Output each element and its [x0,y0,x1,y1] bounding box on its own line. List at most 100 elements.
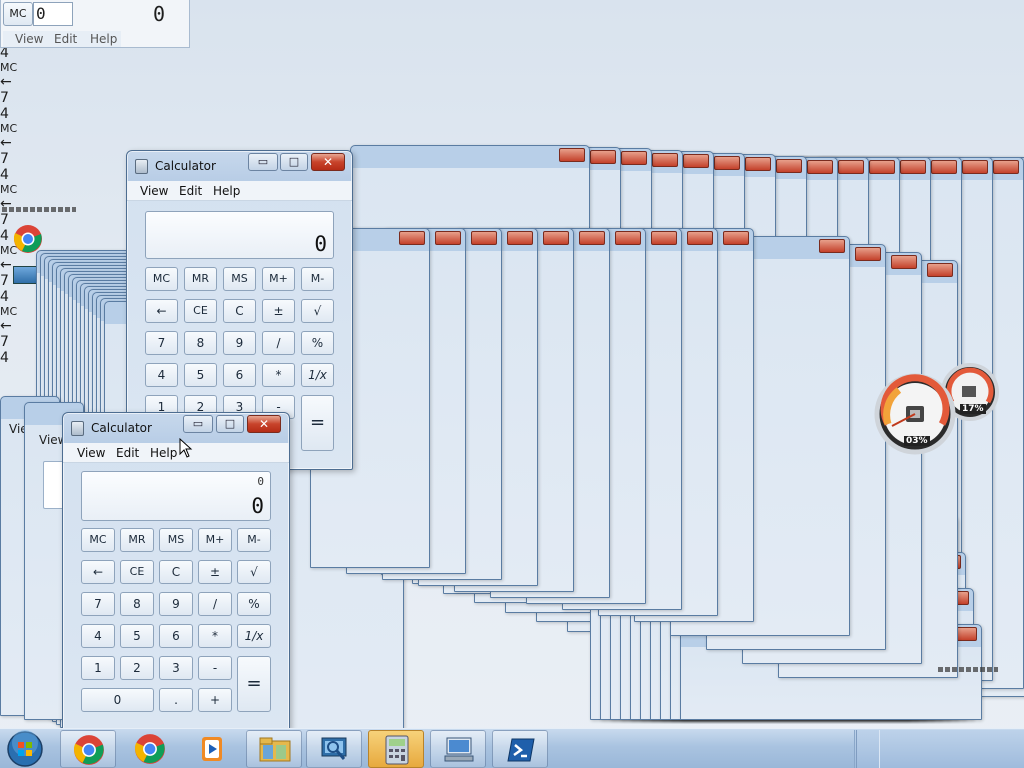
plus-minus-button[interactable]: ± [262,299,295,323]
close-button[interactable] [891,255,917,269]
m-minus-button[interactable]: M- [237,528,271,552]
calculator-key[interactable]: 7 [0,90,1024,106]
title-bar[interactable]: Calculator ▭ □ ✕ [63,413,289,443]
menu-edit[interactable]: Edit [54,32,77,46]
minimize-button[interactable]: ▭ [183,415,213,433]
c-button[interactable]: C [223,299,256,323]
backspace-button[interactable]: ← [81,560,115,584]
menu-help[interactable]: Help [90,32,117,46]
close-button[interactable] [714,155,740,170]
taskbar-powershell[interactable] [492,730,548,768]
seven-button[interactable]: 7 [81,592,115,616]
close-button[interactable] [543,231,569,245]
close-button[interactable] [590,149,616,164]
reciprocal-button[interactable]: 1/x [301,363,334,387]
calculator-window-front[interactable]: Calculator ▭ □ ✕ View Edit Help 0 0 MC M… [62,412,290,728]
backspace-button[interactable]: ← [145,299,178,323]
close-button[interactable] [615,231,641,245]
percent-button[interactable]: % [237,592,271,616]
one-button[interactable]: 1 [81,656,115,680]
close-button[interactable] [869,160,895,174]
divide-button[interactable]: / [198,592,232,616]
menu-view[interactable]: View [77,446,105,460]
menu-view[interactable]: View [15,32,43,46]
computer-desktop-icon[interactable] [13,266,37,284]
title-bar[interactable]: Calculator ▭ □ ✕ [127,151,352,181]
menu-edit[interactable]: Edit [179,184,202,198]
taskbar-network[interactable] [306,730,362,768]
m-plus-button[interactable]: M+ [198,528,232,552]
nine-button[interactable]: 9 [159,592,193,616]
close-button[interactable] [931,160,957,174]
c-button[interactable]: C [159,560,193,584]
menu-help[interactable]: Help [150,446,177,460]
minimize-button[interactable]: ▭ [248,153,278,171]
seven-button[interactable]: 7 [145,331,178,355]
close-button[interactable] [776,158,802,173]
close-button[interactable]: ✕ [311,153,345,171]
close-button[interactable] [993,160,1019,174]
close-button[interactable] [927,263,953,277]
nine-button[interactable]: 9 [223,331,256,355]
close-button[interactable] [723,231,749,245]
six-button[interactable]: 6 [159,624,193,648]
zero-button[interactable]: 0 [81,688,154,712]
close-button[interactable] [579,231,605,245]
menu-help[interactable]: Help [213,184,240,198]
ms-button[interactable]: MS [159,528,193,552]
close-button[interactable] [621,151,647,165]
multiply-button[interactable]: * [198,624,232,648]
mc-button[interactable]: MC [145,267,178,291]
eight-button[interactable]: 8 [184,331,217,355]
maximize-button[interactable]: □ [216,415,244,433]
close-button[interactable] [687,231,713,245]
close-button[interactable] [399,231,425,245]
percent-button[interactable]: % [301,331,334,355]
four-button[interactable]: 4 [81,624,115,648]
mr-button[interactable]: MR [120,528,154,552]
close-button[interactable] [962,160,988,174]
m-plus-button[interactable]: M+ [262,267,295,291]
five-button[interactable]: 5 [184,363,217,387]
close-button[interactable] [807,160,833,174]
taskbar-media-player[interactable] [184,730,240,768]
mc-button[interactable]: MC [3,2,33,26]
two-button[interactable]: 2 [120,656,154,680]
equals-button[interactable]: = [237,656,271,712]
taskbar-explorer[interactable] [246,730,302,768]
plus-button[interactable]: + [198,688,232,712]
cpu-meter-gadget[interactable]: 03% 17% [874,362,1000,456]
calculator-key[interactable]: MC [0,61,1024,74]
notification-area[interactable] [854,730,1024,768]
mc-button[interactable]: MC [81,528,115,552]
taskbar-chrome[interactable] [60,730,116,768]
mr-button[interactable]: MR [184,267,217,291]
minus-button[interactable]: - [198,656,232,680]
decimal-button[interactable]: . [159,688,193,712]
three-button[interactable]: 3 [159,656,193,680]
close-button[interactable] [652,152,678,167]
close-button[interactable] [683,154,709,168]
close-button[interactable] [900,160,926,174]
ce-button[interactable]: CE [184,299,217,323]
menu-view[interactable]: View [140,184,168,198]
close-button[interactable] [435,231,461,245]
eight-button[interactable]: 8 [120,592,154,616]
calculator-key[interactable]: ← [0,74,1024,90]
menu-edit[interactable]: Edit [116,446,139,460]
multiply-button[interactable]: * [262,363,295,387]
start-button[interactable] [4,729,46,768]
close-button[interactable] [559,148,585,162]
close-button[interactable] [651,231,677,245]
calculator-key[interactable]: 4 [0,106,1024,122]
taskbar-calculator[interactable] [368,730,424,768]
close-button[interactable] [838,160,864,174]
maximize-button[interactable]: □ [280,153,308,171]
reciprocal-button[interactable]: 1/x [237,624,271,648]
partial-calculator-window[interactable]: MC 0 0 View Edit Help [0,0,190,48]
six-button[interactable]: 6 [223,363,256,387]
divide-button[interactable]: / [262,331,295,355]
sqrt-button[interactable]: √ [237,560,271,584]
show-desktop-button[interactable] [856,730,880,768]
ce-button[interactable]: CE [120,560,154,584]
